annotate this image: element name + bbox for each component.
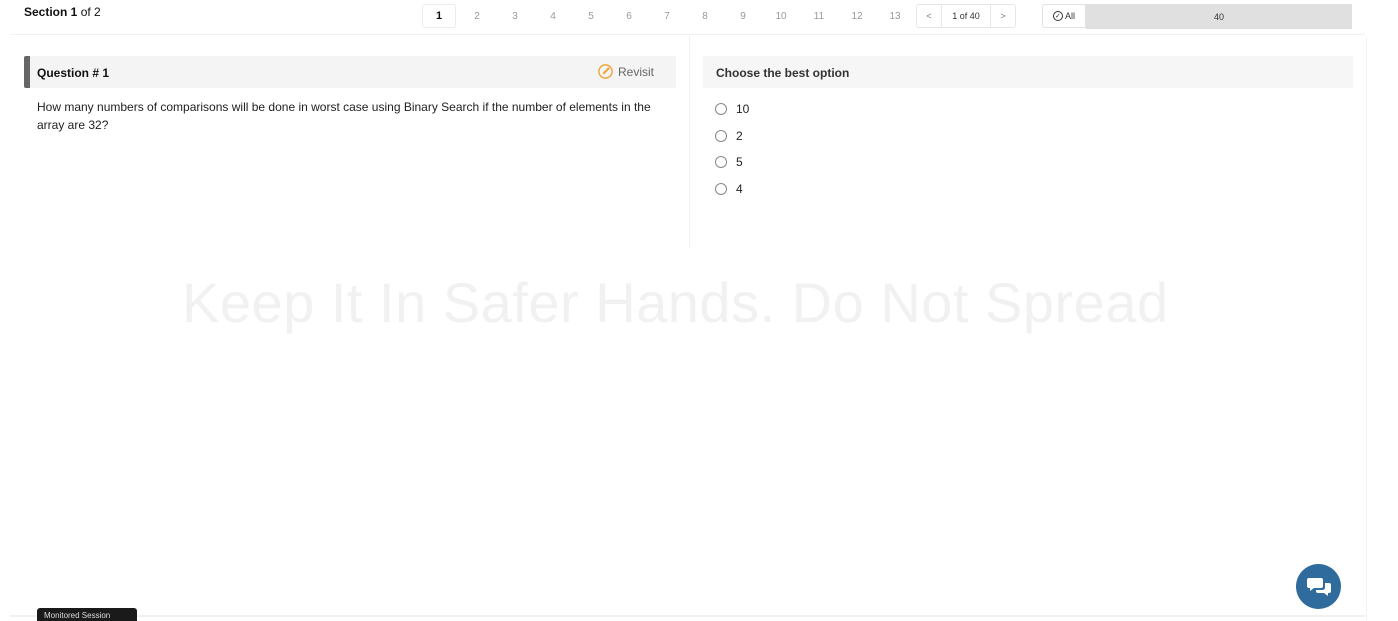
question-number-12[interactable]: 12 bbox=[838, 4, 876, 28]
question-pager: < 1 of 40 > bbox=[916, 4, 1016, 28]
filter-all-label: All bbox=[1064, 11, 1075, 21]
question-number-3[interactable]: 3 bbox=[496, 4, 534, 28]
panel-divider bbox=[689, 36, 690, 248]
revisit-label: Revisit bbox=[617, 64, 654, 79]
question-number-nav: 1 2 3 4 5 6 7 8 9 10 11 12 13 bbox=[422, 3, 914, 29]
question-number-5[interactable]: 5 bbox=[572, 4, 610, 28]
options-list: 10 2 5 4 bbox=[715, 96, 749, 202]
option-item[interactable]: 10 bbox=[715, 96, 749, 123]
right-edge-line bbox=[1366, 36, 1367, 621]
bottom-edge-line bbox=[10, 615, 1365, 617]
page-info: 1 of 40 bbox=[941, 5, 991, 27]
option-item[interactable]: 4 bbox=[715, 176, 749, 203]
question-number-9[interactable]: 9 bbox=[724, 4, 762, 28]
option-radio[interactable] bbox=[715, 182, 727, 195]
next-page-button[interactable]: > bbox=[991, 5, 1015, 27]
option-label: 2 bbox=[736, 128, 743, 143]
filter-all-button[interactable]: ✓ All bbox=[1042, 4, 1086, 28]
watermark-text: Keep It In Safer Hands. Do Not Spread bbox=[182, 271, 1169, 334]
question-number-11[interactable]: 11 bbox=[800, 4, 838, 28]
option-item[interactable]: 2 bbox=[715, 123, 749, 150]
total-questions-bar: 40 bbox=[1086, 4, 1352, 29]
option-label: 10 bbox=[736, 102, 750, 117]
question-number-13[interactable]: 13 bbox=[876, 4, 914, 28]
option-item[interactable]: 5 bbox=[715, 149, 749, 176]
question-number-7[interactable]: 7 bbox=[648, 4, 686, 28]
section-indicator: Section 1 of 2 bbox=[24, 5, 101, 19]
option-label: 4 bbox=[736, 181, 743, 196]
check-circle-icon: ✓ bbox=[1052, 11, 1063, 21]
revisit-button[interactable]: Revisit bbox=[597, 63, 654, 80]
question-accent-bar bbox=[24, 56, 30, 88]
option-radio[interactable] bbox=[715, 129, 727, 142]
header-divider bbox=[10, 34, 1365, 35]
options-header: Choose the best option bbox=[703, 56, 1353, 88]
options-title: Choose the best option bbox=[716, 66, 850, 80]
question-number-2[interactable]: 2 bbox=[458, 4, 496, 28]
chat-button[interactable] bbox=[1296, 564, 1341, 609]
total-questions-count: 40 bbox=[1213, 11, 1224, 22]
section-current: Section 1 bbox=[24, 5, 78, 19]
question-header: Question # 1 Revisit bbox=[24, 56, 676, 88]
question-title: Question # 1 bbox=[37, 66, 110, 80]
question-number-10[interactable]: 10 bbox=[762, 4, 800, 28]
question-text: How many numbers of comparisons will be … bbox=[37, 100, 651, 132]
question-number-4[interactable]: 4 bbox=[534, 4, 572, 28]
monitored-session-badge: Monitored Session bbox=[37, 608, 137, 621]
option-radio[interactable] bbox=[715, 156, 727, 169]
question-number-1[interactable]: 1 bbox=[422, 4, 456, 28]
prev-page-button[interactable]: < bbox=[917, 5, 941, 27]
question-number-8[interactable]: 8 bbox=[686, 4, 724, 28]
chat-bubble-icon bbox=[1306, 577, 1331, 596]
top-bar: Section 1 of 2 1 2 3 4 5 6 7 8 9 10 11 1… bbox=[0, 0, 1398, 34]
question-number-6[interactable]: 6 bbox=[610, 4, 648, 28]
option-label: 5 bbox=[736, 155, 743, 170]
edit-pencil-icon bbox=[598, 64, 613, 79]
section-total: of 2 bbox=[80, 5, 101, 19]
option-radio[interactable] bbox=[715, 103, 727, 116]
